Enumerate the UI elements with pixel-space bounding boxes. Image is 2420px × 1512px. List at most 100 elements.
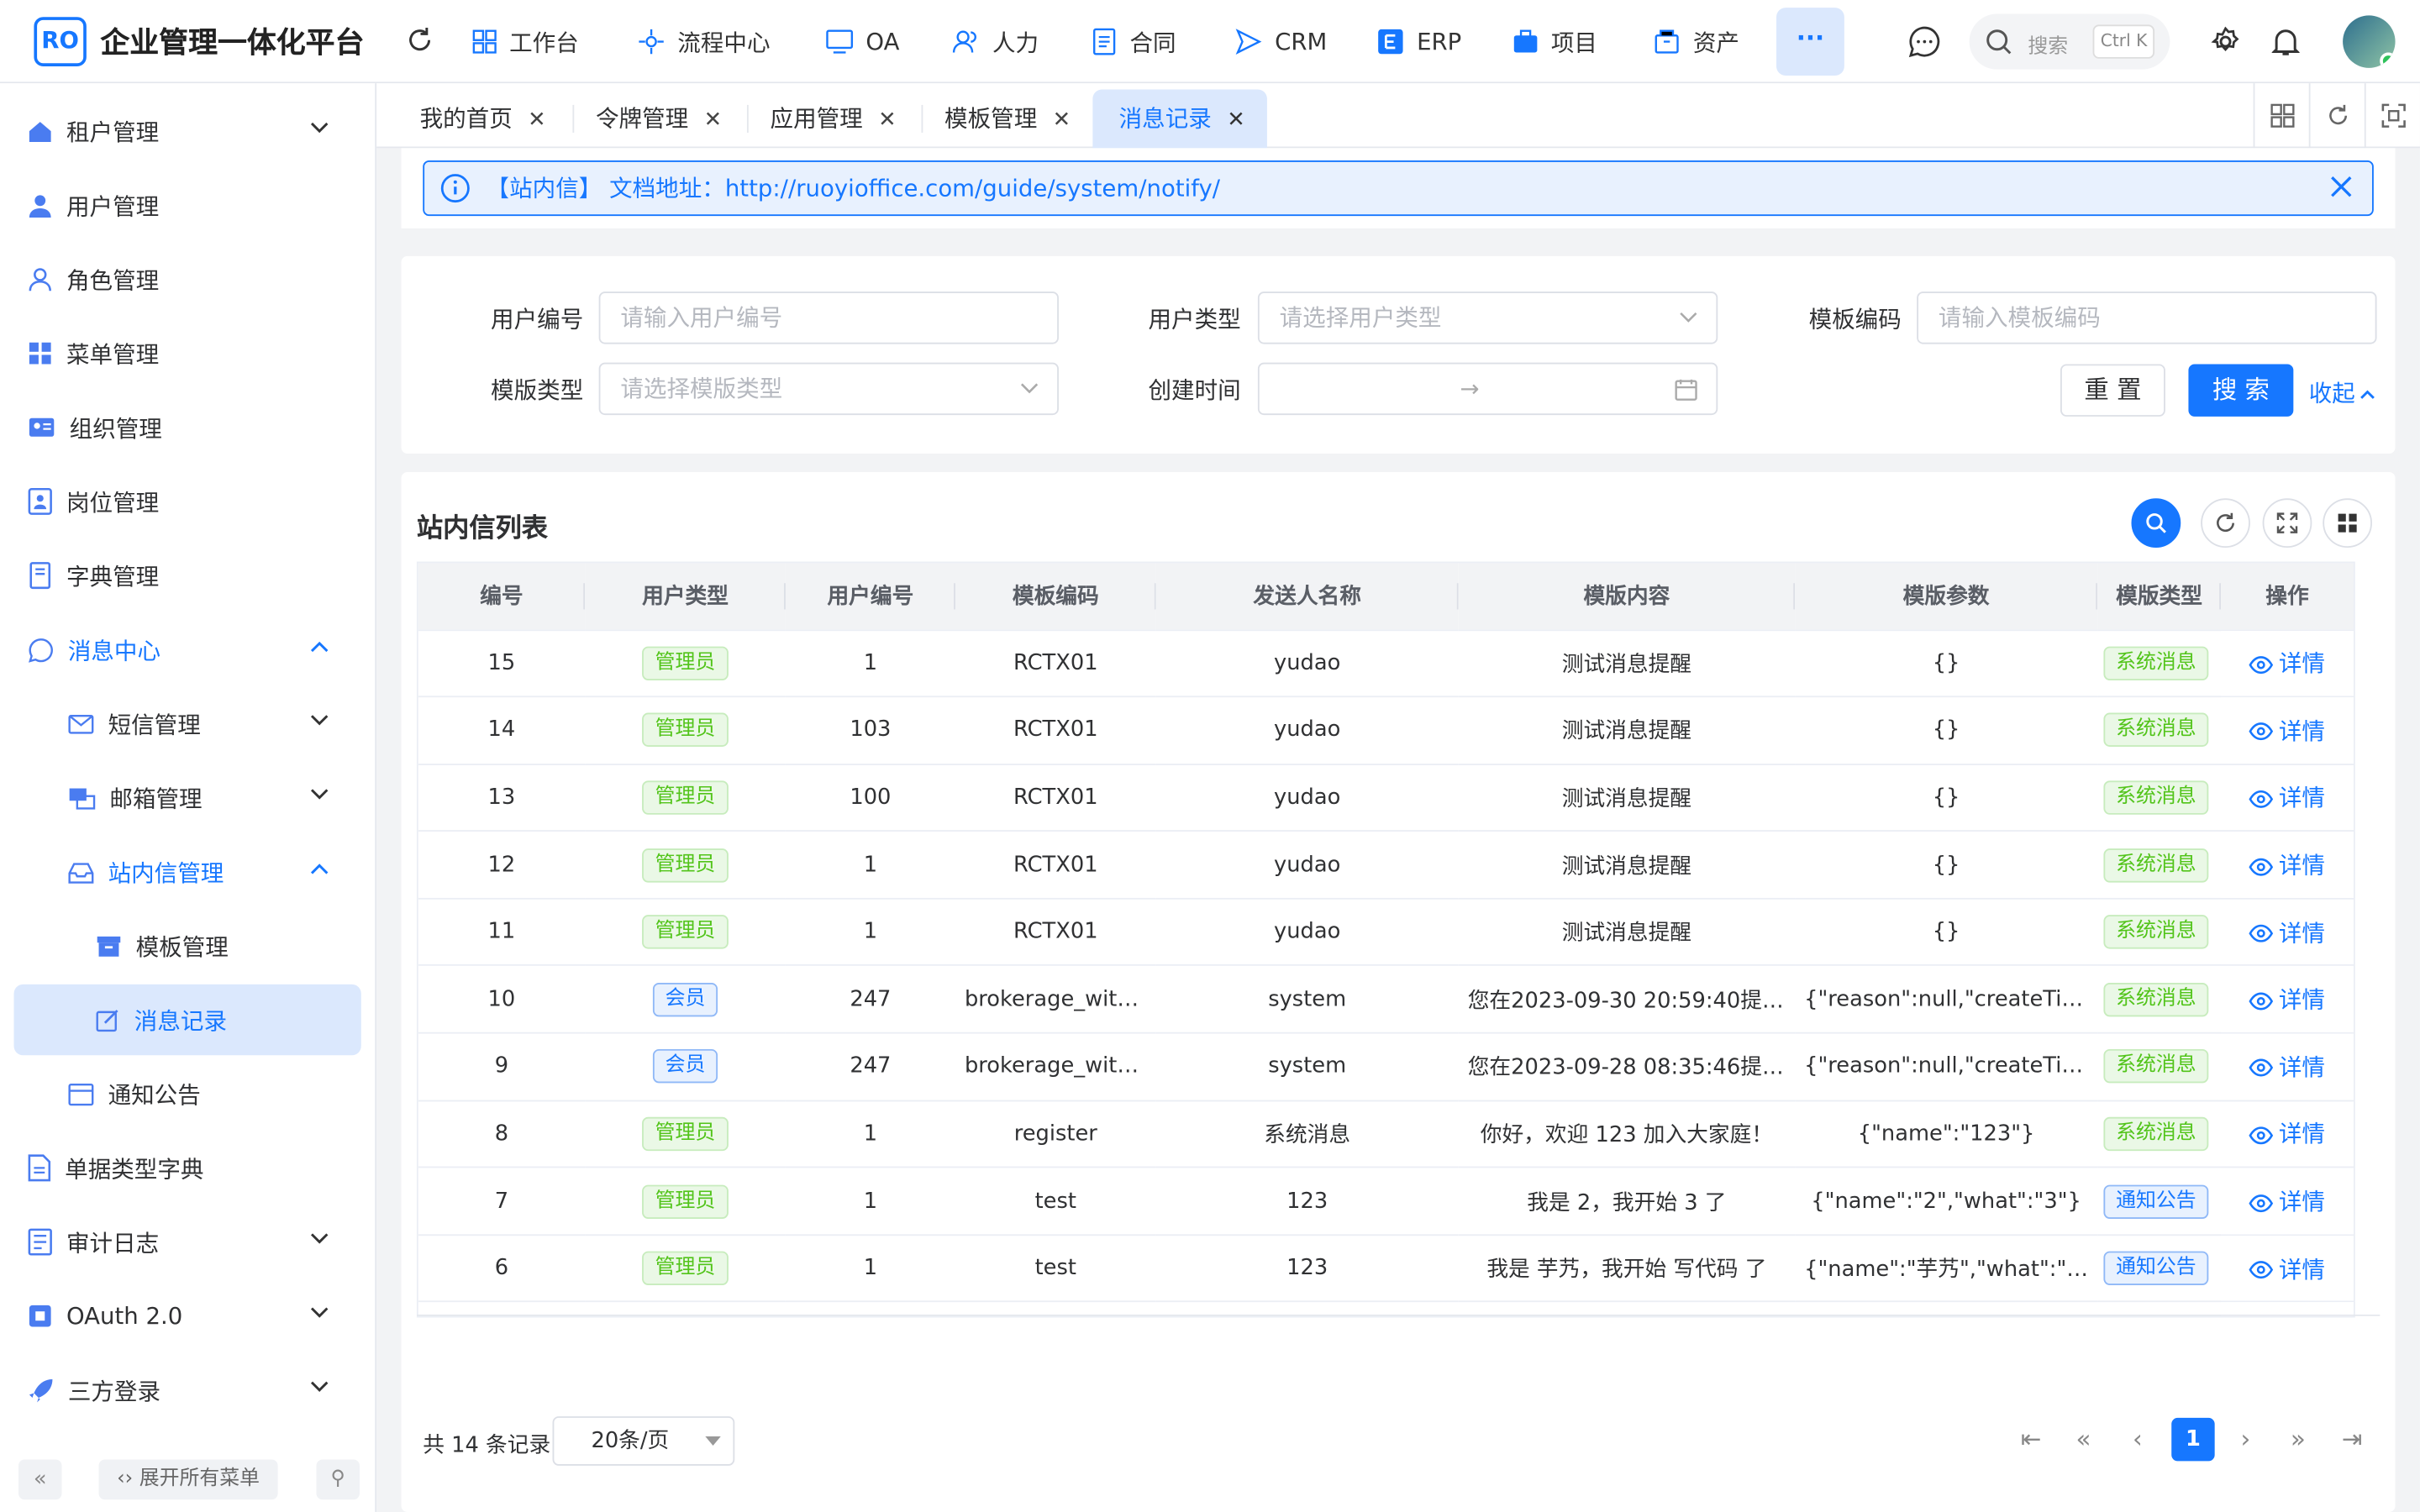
sidebar-item-message-log[interactable]: 消息记录 (13, 984, 361, 1056)
more-button[interactable]: ··· (1776, 8, 1844, 76)
tab-message-log[interactable]: 消息记录 ✕ (1092, 89, 1267, 149)
sidebar-item-tenant[interactable]: 租户管理 (0, 96, 376, 166)
sidebar-item-roles[interactable]: 角色管理 (0, 244, 376, 314)
template-code-input[interactable]: 请输入模板编码 (1917, 291, 2377, 344)
page-size-select[interactable]: 20条/页 (552, 1416, 735, 1466)
detail-link[interactable]: 详情 (2249, 1053, 2325, 1081)
table-refresh-button[interactable] (2201, 498, 2250, 549)
sidebar-item-notice[interactable]: 通知公告 (0, 1058, 376, 1129)
nav-label: OA (865, 28, 900, 56)
detail-link[interactable]: 详情 (2249, 852, 2325, 879)
detail-link[interactable]: 详情 (2249, 717, 2325, 745)
chevron-down-icon (1680, 312, 1697, 323)
tab-grid-button[interactable] (2253, 83, 2309, 149)
nav-oa[interactable]: OA (826, 0, 900, 83)
prev-page-button[interactable]: ‹ (2116, 1418, 2159, 1461)
sender-cell: yudao (1155, 629, 1459, 698)
id-cell: 10 (418, 965, 586, 1034)
chevron-up-icon (310, 864, 329, 874)
search-button[interactable]: 搜 索 (2188, 364, 2294, 417)
nav-workbench[interactable]: 工作台 (472, 0, 579, 83)
id-card-icon (29, 417, 55, 437)
nav-hr[interactable]: 人力 (952, 0, 1039, 83)
collapse-sidebar-button[interactable]: « (18, 1459, 62, 1500)
horizontal-scrollbar[interactable] (416, 1314, 2381, 1320)
template-type-select[interactable]: 请选择模版类型 (598, 362, 1059, 416)
sidebar-footer: « ‹› 展开所有菜单 ⚲ (0, 1457, 376, 1512)
sidebar-item-org[interactable]: 组织管理 (0, 392, 376, 463)
first-page-button[interactable]: ⇤ (2009, 1418, 2052, 1461)
gear-icon[interactable] (2210, 26, 2241, 57)
nav-crm[interactable]: CRM (1234, 0, 1327, 83)
detail-link[interactable]: 详情 (2249, 986, 2325, 1014)
sidebar-item-label: 邮箱管理 (109, 784, 203, 813)
tab-fullscreen-button[interactable] (2364, 83, 2420, 149)
table-viewport: 编号 用户类型 用户编号 模板编码 发送人名称 模版内容 模版参数 模版类型 操作 15 管理员 1… (416, 561, 2355, 1318)
nav-process[interactable]: 流程中心 (638, 0, 771, 83)
tab-app[interactable]: 应用管理 ✕ (771, 90, 897, 149)
column-settings-button[interactable] (2323, 498, 2373, 549)
sidebar-item-label: 审计日志 (66, 1228, 160, 1257)
last-page-button[interactable]: ⇥ (2330, 1418, 2373, 1461)
user-type-select[interactable]: 请选择用户类型 (1257, 291, 1718, 344)
sidebar-item-third-party-login[interactable]: 三方登录 (0, 1355, 376, 1425)
nav-label: CRM (1275, 28, 1328, 56)
user-id-cell: 1 (785, 1234, 955, 1303)
table-fullscreen-button[interactable] (2262, 498, 2312, 549)
sidebar-item-audit-log[interactable]: 审计日志 (0, 1206, 376, 1277)
close-icon[interactable]: ✕ (528, 108, 546, 133)
detail-link[interactable]: 详情 (2249, 785, 2325, 812)
sidebar-item-template[interactable]: 模板管理 (0, 911, 376, 981)
sidebar-item-message-center[interactable]: 消息中心 (0, 614, 376, 685)
nav-contract[interactable]: 合同 (1092, 0, 1176, 83)
chat-icon[interactable] (1907, 24, 1941, 58)
detail-link[interactable]: 详情 (2249, 1188, 2325, 1215)
bell-icon[interactable] (2271, 26, 2300, 57)
tab-home[interactable]: 我的首页 ✕ (420, 90, 546, 149)
tab-refresh-button[interactable] (2308, 83, 2365, 149)
close-icon[interactable] (2329, 175, 2354, 199)
sidebar-item-sms[interactable]: 短信管理 (0, 688, 376, 759)
refresh-icon[interactable] (404, 24, 435, 55)
template-type-tag: 系统消息 (2103, 915, 2209, 949)
close-icon[interactable]: ✕ (1053, 108, 1071, 133)
sidebar-item-oauth[interactable]: OAuth 2.0 (0, 1280, 376, 1351)
table-row: 12 管理员 1 RCTX01 yudao 测试消息提醒{} 系统消息 详情 (418, 831, 2354, 900)
nav-assets[interactable]: 资产 (1653, 0, 1739, 83)
action-cell: 详情 (2221, 1100, 2354, 1168)
alert-text[interactable]: 【站内信】 文档地址：http://ruoyioffice.com/guide/… (487, 162, 1221, 214)
close-icon[interactable]: ✕ (878, 108, 897, 133)
close-icon[interactable]: ✕ (1227, 108, 1245, 133)
tab-token[interactable]: 令牌管理 ✕ (596, 90, 722, 149)
detail-link[interactable]: 详情 (2249, 650, 2325, 678)
template-type-tag: 系统消息 (2103, 1049, 2209, 1084)
expand-all-menus-button[interactable]: ‹› 展开所有菜单 (98, 1459, 278, 1500)
prev-five-button[interactable]: « (2062, 1418, 2105, 1461)
toggle-search-button[interactable] (2131, 498, 2181, 549)
close-icon[interactable]: ✕ (704, 108, 723, 133)
detail-link[interactable]: 详情 (2249, 1121, 2325, 1148)
detail-link[interactable]: 详情 (2249, 919, 2325, 947)
next-five-button[interactable]: » (2276, 1418, 2319, 1461)
sidebar-item-menus[interactable]: 菜单管理 (0, 318, 376, 388)
reset-button[interactable]: 重 置 (2060, 364, 2165, 417)
detail-link[interactable]: 详情 (2249, 1255, 2325, 1283)
template-type-cell: 系统消息 (2097, 831, 2222, 900)
sidebar-item-doc-type-dict[interactable]: 单据类型字典 (0, 1132, 376, 1203)
fold-button[interactable]: 收起 (2309, 376, 2375, 409)
created-time-range[interactable]: → (1257, 362, 1718, 416)
tab-template[interactable]: 模板管理 ✕ (944, 90, 1071, 149)
pin-icon[interactable]: ⚲ (316, 1459, 360, 1500)
nav-erp[interactable]: ERP (1376, 0, 1461, 83)
sidebar-item-users[interactable]: 用户管理 (0, 170, 376, 240)
next-page-button[interactable]: › (2224, 1418, 2267, 1461)
sidebar-item-mailbox[interactable]: 邮箱管理 (0, 762, 376, 832)
user-id-input[interactable]: 请输入用户编号 (598, 291, 1059, 344)
avatar[interactable] (2343, 15, 2396, 68)
sidebar-item-notify[interactable]: 站内信管理 (0, 836, 376, 906)
global-search[interactable]: 搜索 Ctrl K (1969, 13, 2170, 70)
page-1-button[interactable]: 1 (2171, 1417, 2215, 1462)
nav-project[interactable]: 项目 (1512, 0, 1597, 83)
sidebar-item-dict[interactable]: 字典管理 (0, 540, 376, 611)
sidebar-item-posts[interactable]: 岗位管理 (0, 466, 376, 537)
